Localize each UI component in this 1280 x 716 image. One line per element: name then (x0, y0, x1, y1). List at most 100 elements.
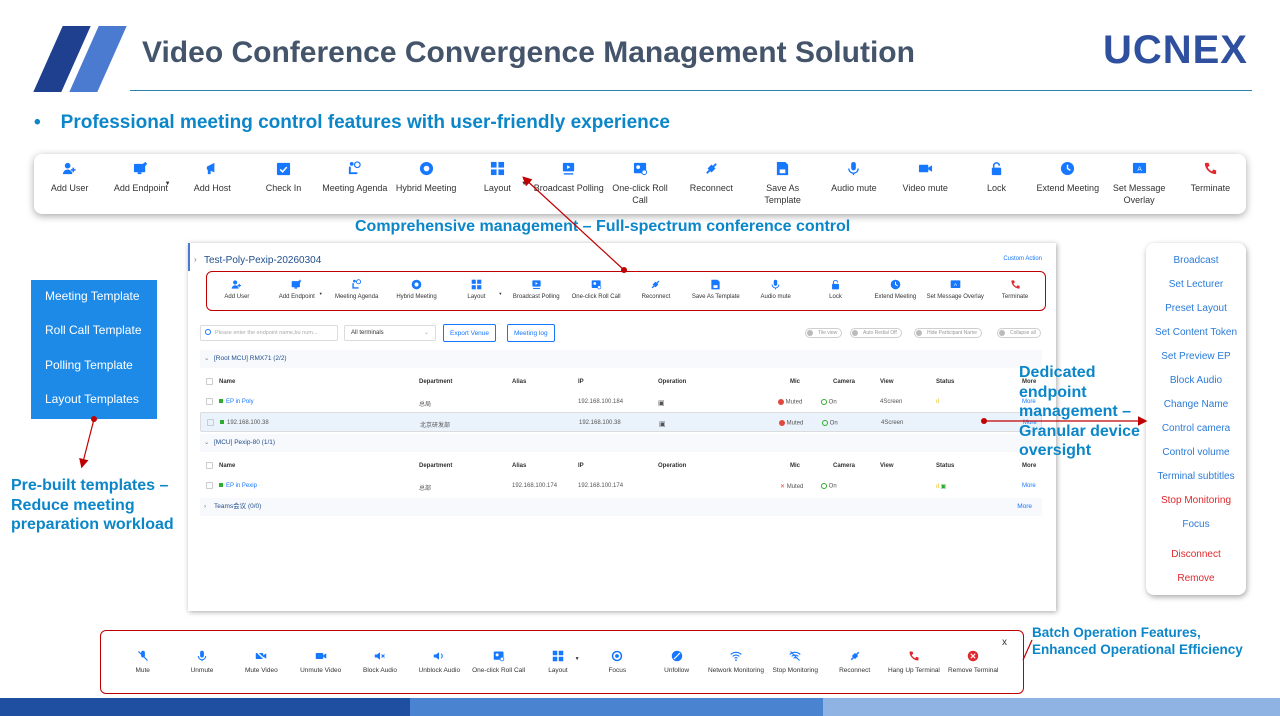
menu-item-control-volume[interactable]: Control volume (1146, 447, 1246, 458)
remove-button[interactable]: Remove Terminal (944, 649, 1003, 675)
layout-button[interactable]: Layout ▼ (462, 160, 533, 194)
template-polling[interactable]: Polling Template (45, 358, 133, 372)
camera-on-icon[interactable] (821, 483, 827, 489)
group-header[interactable]: ⌄ [Root MCU] RMX71 (2/2) (200, 350, 1042, 368)
table-row[interactable]: EP in Poly 总局 192.168.100.184 ▣ Muted On… (200, 392, 1042, 412)
tile-view-toggle[interactable]: Tile view (805, 328, 843, 338)
check-in-button[interactable]: Check In (248, 160, 319, 194)
meeting-agenda-button[interactable]: Meeting Agenda (327, 278, 387, 310)
meeting-log-button[interactable]: Meeting log (507, 324, 555, 342)
row-checkbox[interactable] (206, 482, 213, 489)
close-icon[interactable]: x (1002, 637, 1007, 648)
terminate-button[interactable]: Terminate (985, 278, 1045, 310)
group-header[interactable]: › Teams会议 (0/0) More (200, 498, 1042, 516)
menu-item-focus[interactable]: Focus (1146, 519, 1246, 530)
operation-icon[interactable]: ▣ (659, 420, 666, 428)
dropdown-caret-icon[interactable]: ▼ (165, 178, 171, 190)
menu-item-remove[interactable]: Remove (1146, 573, 1246, 584)
unfollow-button[interactable]: Unfollow (647, 649, 706, 675)
row-checkbox[interactable] (206, 398, 213, 405)
table-row[interactable]: EP in Pexip 总部 192.168.100.174 192.168.1… (200, 476, 1042, 496)
export-venue-button[interactable]: Export Venue (443, 324, 497, 342)
speaker-off-button[interactable]: Block Audio (350, 649, 409, 675)
menu-item-set-content-token[interactable]: Set Content Token (1146, 327, 1246, 338)
camera-on-icon[interactable] (822, 420, 828, 426)
dropdown-caret-icon[interactable]: ▼ (319, 290, 323, 297)
more-link[interactable]: More (1017, 498, 1032, 516)
wifi-off-button[interactable]: Stop Monitoring (766, 649, 825, 675)
microphone-button[interactable]: Audio mute (818, 160, 889, 194)
lock-button[interactable]: Lock (806, 278, 866, 310)
reconnect-button[interactable]: Reconnect (825, 649, 884, 675)
dropdown-caret-icon[interactable]: ▼ (521, 178, 527, 190)
add-endpoint-button[interactable]: Add Endpoint ▼ (105, 160, 176, 194)
menu-item-set-lecturer[interactable]: Set Lecturer (1146, 279, 1246, 290)
group-header[interactable]: ⌄ [MCU] Pexip-80 (1/1) (200, 434, 1042, 452)
speaker-button[interactable]: Unblock Audio (410, 649, 469, 675)
save-template-button[interactable]: Save As Template (686, 278, 746, 310)
video-off-button[interactable]: Mute Video (232, 649, 291, 675)
terminal-filter-select[interactable]: All terminals ⌄ (344, 325, 436, 341)
mic-muted-icon[interactable]: ✕ (780, 484, 785, 490)
menu-item-stop-monitoring[interactable]: Stop Monitoring (1146, 495, 1246, 506)
add-endpoint-button[interactable]: Add Endpoint ▼ (267, 278, 327, 310)
video-button[interactable]: Video mute (890, 160, 961, 194)
menu-item-change-name[interactable]: Change Name (1146, 399, 1246, 410)
menu-item-control-camera[interactable]: Control camera (1146, 423, 1246, 434)
menu-item-broadcast[interactable]: Broadcast (1146, 255, 1246, 266)
broadcast-polling-button[interactable]: Broadcast Polling (506, 278, 566, 310)
custom-action-link[interactable]: Custom Action (1003, 256, 1042, 262)
clock-button[interactable]: Extend Meeting (1032, 160, 1103, 194)
camera-on-icon[interactable] (821, 399, 827, 405)
mic-muted-icon[interactable] (778, 399, 784, 405)
message-overlay-button[interactable]: A Set Message Overlay (925, 278, 985, 310)
menu-item-terminal-subtitles[interactable]: Terminal subtitles (1146, 471, 1246, 482)
select-all-checkbox[interactable] (206, 462, 213, 469)
menu-item-block-audio[interactable]: Block Audio (1146, 375, 1246, 386)
microphone-button[interactable]: Audio mute (746, 278, 806, 310)
lock-button[interactable]: Lock (961, 160, 1032, 194)
template-meeting[interactable]: Meeting Template (45, 289, 140, 303)
reconnect-button[interactable]: Reconnect (626, 278, 686, 310)
operation-icon[interactable]: ▣ (658, 399, 665, 407)
roll-call-button[interactable]: One-click Roll Call (604, 160, 675, 206)
hybrid-meeting-button[interactable]: Hybrid Meeting (387, 278, 447, 310)
clock-button[interactable]: Extend Meeting (865, 278, 925, 310)
menu-item-preset-layout[interactable]: Preset Layout (1146, 303, 1246, 314)
broadcast-polling-button[interactable]: Broadcast Polling (533, 160, 604, 194)
auto-redial-toggle[interactable]: Auto Redial Off (850, 328, 902, 338)
meeting-agenda-button[interactable]: Meeting Agenda (319, 160, 390, 194)
template-layout[interactable]: Layout Templates (45, 392, 139, 406)
layout-button[interactable]: Layout ▼ (528, 649, 587, 675)
save-template-button[interactable]: Save As Template (747, 160, 818, 206)
search-input[interactable]: Please enter the endpoint name,bu num... (200, 325, 338, 341)
wifi-button[interactable]: Network Monitoring (706, 649, 765, 675)
reconnect-button[interactable]: Reconnect (676, 160, 747, 194)
expand-chevron-icon[interactable]: › (194, 255, 197, 264)
roll-call-button[interactable]: One-click Roll Call (469, 649, 528, 675)
dropdown-caret-icon[interactable]: ▼ (498, 290, 502, 297)
add-host-button[interactable]: Add Host (177, 160, 248, 194)
hide-name-toggle[interactable]: Hide Participant Name (914, 328, 983, 338)
menu-item-disconnect[interactable]: Disconnect (1146, 549, 1246, 560)
row-checkbox[interactable] (207, 419, 214, 426)
menu-item-set-preview-ep[interactable]: Set Preview EP (1146, 351, 1246, 362)
more-link[interactable]: More (1022, 483, 1036, 489)
collapse-all-toggle[interactable]: Collapse all (997, 328, 1041, 338)
dropdown-caret-icon[interactable]: ▼ (575, 655, 580, 663)
hang-up-button[interactable]: Hang Up Terminal (884, 649, 943, 675)
layout-button[interactable]: Layout ▼ (446, 278, 506, 310)
select-all-checkbox[interactable] (206, 378, 213, 385)
template-roll-call[interactable]: Roll Call Template (45, 323, 142, 337)
message-overlay-button[interactable]: A Set Message Overlay (1103, 160, 1174, 206)
focus-button[interactable]: Focus (588, 649, 647, 675)
roll-call-button[interactable]: One-click Roll Call (566, 278, 626, 310)
mic-off-button[interactable]: Mute (113, 649, 172, 675)
mic-muted-icon[interactable] (779, 420, 785, 426)
add-user-button[interactable]: Add User (207, 278, 267, 310)
microphone-button[interactable]: Unmute (172, 649, 231, 675)
add-user-button[interactable]: Add User (34, 160, 105, 194)
video-button[interactable]: Unmute Video (291, 649, 350, 675)
hybrid-meeting-button[interactable]: Hybrid Meeting (390, 160, 461, 194)
terminate-button[interactable]: Terminate (1175, 160, 1246, 194)
